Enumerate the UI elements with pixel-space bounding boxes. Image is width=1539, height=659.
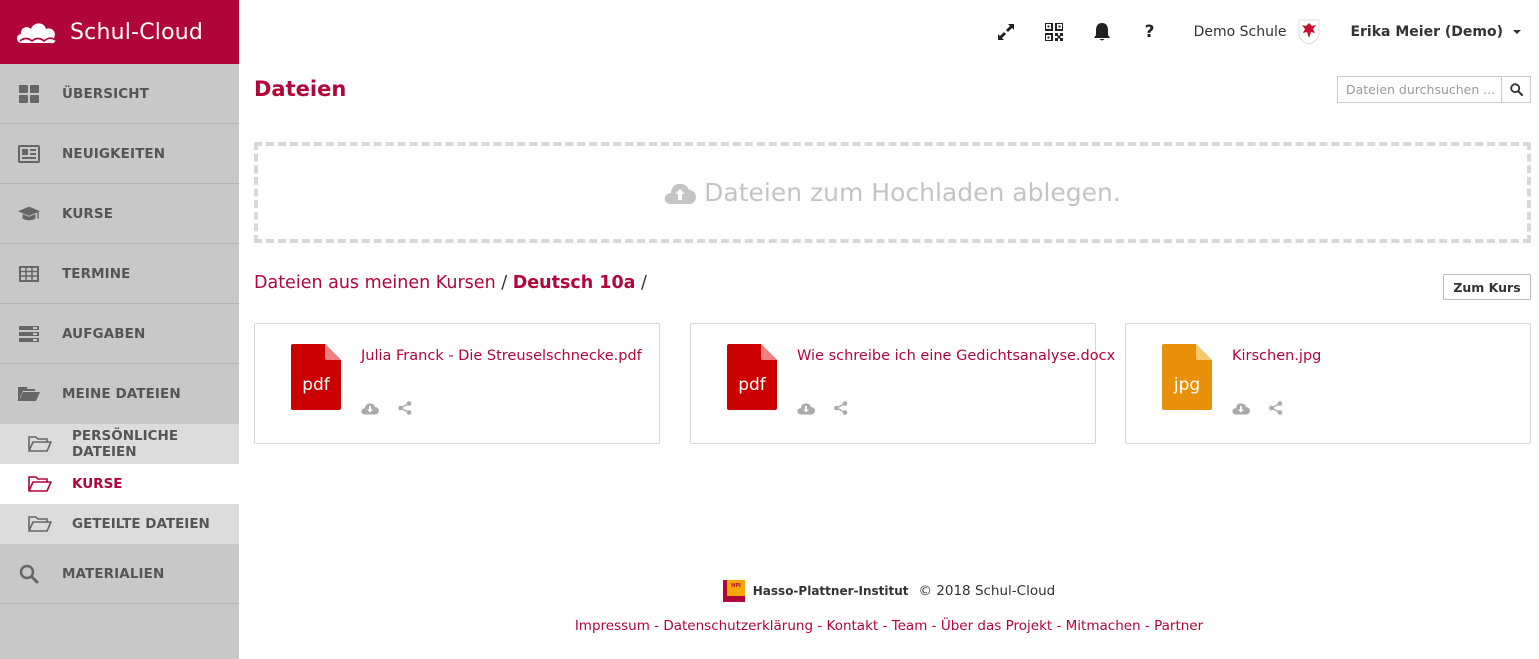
file-card[interactable]: pdf Wie schreibe ich eine Gedichtsanalys… <box>690 323 1115 444</box>
footer-separator: - <box>1056 618 1062 634</box>
sidebar-subitem-kurse[interactable]: Kurse <box>0 464 239 504</box>
breadcrumb-root[interactable]: Dateien aus meinen Kursen <box>254 273 496 293</box>
sidebar-item-label: Neuigkeiten <box>62 145 166 162</box>
help-icon[interactable]: ? <box>1139 21 1161 43</box>
folder-open-icon <box>18 383 40 405</box>
sidebar-item-uebersicht[interactable]: Übersicht <box>0 64 239 124</box>
footer-link-projekt[interactable]: Über das Projekt <box>941 618 1052 634</box>
footer-separator: - <box>654 618 660 634</box>
dashboard-icon <box>18 83 40 105</box>
sidebar-item-termine[interactable]: Termine <box>0 244 239 304</box>
file-list: pdf Julia Franck - Die Streuselschnecke.… <box>254 323 1531 444</box>
sidebar-item-kurse[interactable]: Kurse <box>0 184 239 244</box>
cloud-upload-icon <box>664 183 697 204</box>
cloud-download-icon[interactable] <box>361 400 379 416</box>
file-search <box>1337 76 1531 103</box>
footer-link-kontakt[interactable]: Kontakt <box>827 618 879 634</box>
footer-link-team[interactable]: Team <box>892 618 928 634</box>
breadcrumb-separator: / <box>641 273 647 293</box>
share-icon[interactable] <box>396 400 414 416</box>
search-input[interactable] <box>1338 77 1501 102</box>
brand-name: Schul-Cloud <box>70 19 204 45</box>
newspaper-icon <box>18 143 40 165</box>
footer-brand-line: HPI Hasso-Plattner-Institut © 2018 Schul… <box>239 580 1539 602</box>
brand-header[interactable]: Schul-Cloud <box>0 0 239 64</box>
copyright: © 2018 Schul-Cloud <box>918 583 1056 599</box>
sidebar-item-label: Übersicht <box>62 85 149 102</box>
school-crest-icon <box>1298 19 1320 45</box>
footer-separator: - <box>931 618 937 634</box>
topbar: ? Demo Schule Erika Meier (Demo) <box>239 0 1539 64</box>
sidebar-item-materialien[interactable]: Materialien <box>0 544 239 604</box>
tasks-icon <box>18 323 40 345</box>
search-icon <box>1509 83 1523 96</box>
svg-text:HPI: HPI <box>731 583 741 589</box>
sidebar-group-meine-dateien: Meine Dateien Persönliche Dateien Kurse … <box>0 364 239 544</box>
cloud-logo-icon <box>16 23 56 44</box>
sidebar-subitem-label: geteilte Dateien <box>72 516 210 532</box>
file-type-label: pdf <box>738 375 767 395</box>
cloud-download-icon[interactable] <box>797 400 815 416</box>
folder-outline-icon <box>28 474 52 494</box>
page-title: Dateien <box>254 77 347 101</box>
footer-separator: - <box>1144 618 1150 634</box>
hpi-logo-icon: HPI <box>722 580 745 602</box>
footer-separator: - <box>817 618 823 634</box>
sidebar-subitem-label: Kurse <box>72 476 123 492</box>
folder-outline-icon <box>28 514 52 534</box>
footer-separator: - <box>882 618 888 634</box>
qr-code-icon[interactable] <box>1043 21 1065 43</box>
jpg-file-icon: jpg <box>1162 344 1212 410</box>
sidebar: Schul-Cloud Übersicht Neuigkeiten Kurse … <box>0 0 239 659</box>
hpi-name: Hasso-Plattner-Institut <box>752 584 909 598</box>
breadcrumb-current[interactable]: Deutsch 10a <box>513 273 636 293</box>
breadcrumb-separator: / <box>501 273 508 293</box>
zum-kurs-button[interactable]: Zum Kurs <box>1443 274 1531 300</box>
footer: HPI Hasso-Plattner-Institut © 2018 Schul… <box>239 580 1539 634</box>
file-name[interactable]: Julia Franck - Die Streuselschnecke.pdf <box>361 348 642 364</box>
breadcrumb: Dateien aus meinen Kursen / Deutsch 10a … <box>254 273 647 293</box>
footer-link-partner[interactable]: Partner <box>1154 618 1203 634</box>
file-card[interactable]: pdf Julia Franck - Die Streuselschnecke.… <box>254 323 660 444</box>
footer-link-mitmachen[interactable]: Mitmachen <box>1066 618 1141 634</box>
sidebar-subitem-persoenliche-dateien[interactable]: Persönliche Dateien <box>0 424 239 464</box>
file-card[interactable]: jpg Kirschen.jpg <box>1125 323 1531 444</box>
share-icon[interactable] <box>1267 400 1285 416</box>
bell-icon[interactable] <box>1091 21 1113 43</box>
sidebar-item-label: Aufgaben <box>62 325 146 342</box>
sidebar-subitem-geteilte-dateien[interactable]: geteilte Dateien <box>0 504 239 544</box>
cloud-download-icon[interactable] <box>1232 400 1250 416</box>
sidebar-item-neuigkeiten[interactable]: Neuigkeiten <box>0 124 239 184</box>
search-button[interactable] <box>1501 77 1530 102</box>
user-name: Erika Meier (Demo) <box>1350 24 1503 40</box>
school-name: Demo Schule <box>1193 24 1287 40</box>
upload-dropzone[interactable]: Dateien zum Hochladen ablegen. <box>254 142 1531 243</box>
file-name[interactable]: Wie schreibe ich eine Gedichtsanalyse.do… <box>797 348 1115 364</box>
pdf-file-icon: pdf <box>291 344 341 410</box>
graduation-cap-icon <box>18 203 40 225</box>
search-icon <box>18 563 40 585</box>
file-type-label: jpg <box>1173 375 1200 395</box>
fullscreen-icon[interactable] <box>995 21 1017 43</box>
file-name[interactable]: Kirschen.jpg <box>1232 348 1321 364</box>
sidebar-subitem-label: Persönliche Dateien <box>72 428 179 460</box>
sidebar-item-label: Termine <box>62 265 131 282</box>
pdf-file-icon: pdf <box>727 344 777 410</box>
footer-link-impressum[interactable]: Impressum <box>575 618 650 634</box>
user-menu[interactable]: Erika Meier (Demo) <box>1350 24 1521 40</box>
sidebar-item-aufgaben[interactable]: Aufgaben <box>0 304 239 364</box>
sidebar-item-label: Materialien <box>62 565 165 582</box>
folder-outline-icon <box>28 434 52 454</box>
dropzone-text: Dateien zum Hochladen ablegen. <box>704 178 1121 207</box>
share-icon[interactable] <box>832 400 850 416</box>
calendar-table-icon <box>18 263 40 285</box>
sidebar-item-label: Meine Dateien <box>62 386 181 402</box>
footer-links: Impressum - Datenschutzerklärung - Konta… <box>239 618 1539 634</box>
sidebar-item-meine-dateien[interactable]: Meine Dateien <box>0 364 239 424</box>
footer-link-datenschutz[interactable]: Datenschutzerklärung <box>663 618 813 634</box>
sidebar-item-label: Kurse <box>62 205 114 222</box>
caret-down-icon <box>1513 30 1521 34</box>
file-type-label: pdf <box>302 375 331 395</box>
